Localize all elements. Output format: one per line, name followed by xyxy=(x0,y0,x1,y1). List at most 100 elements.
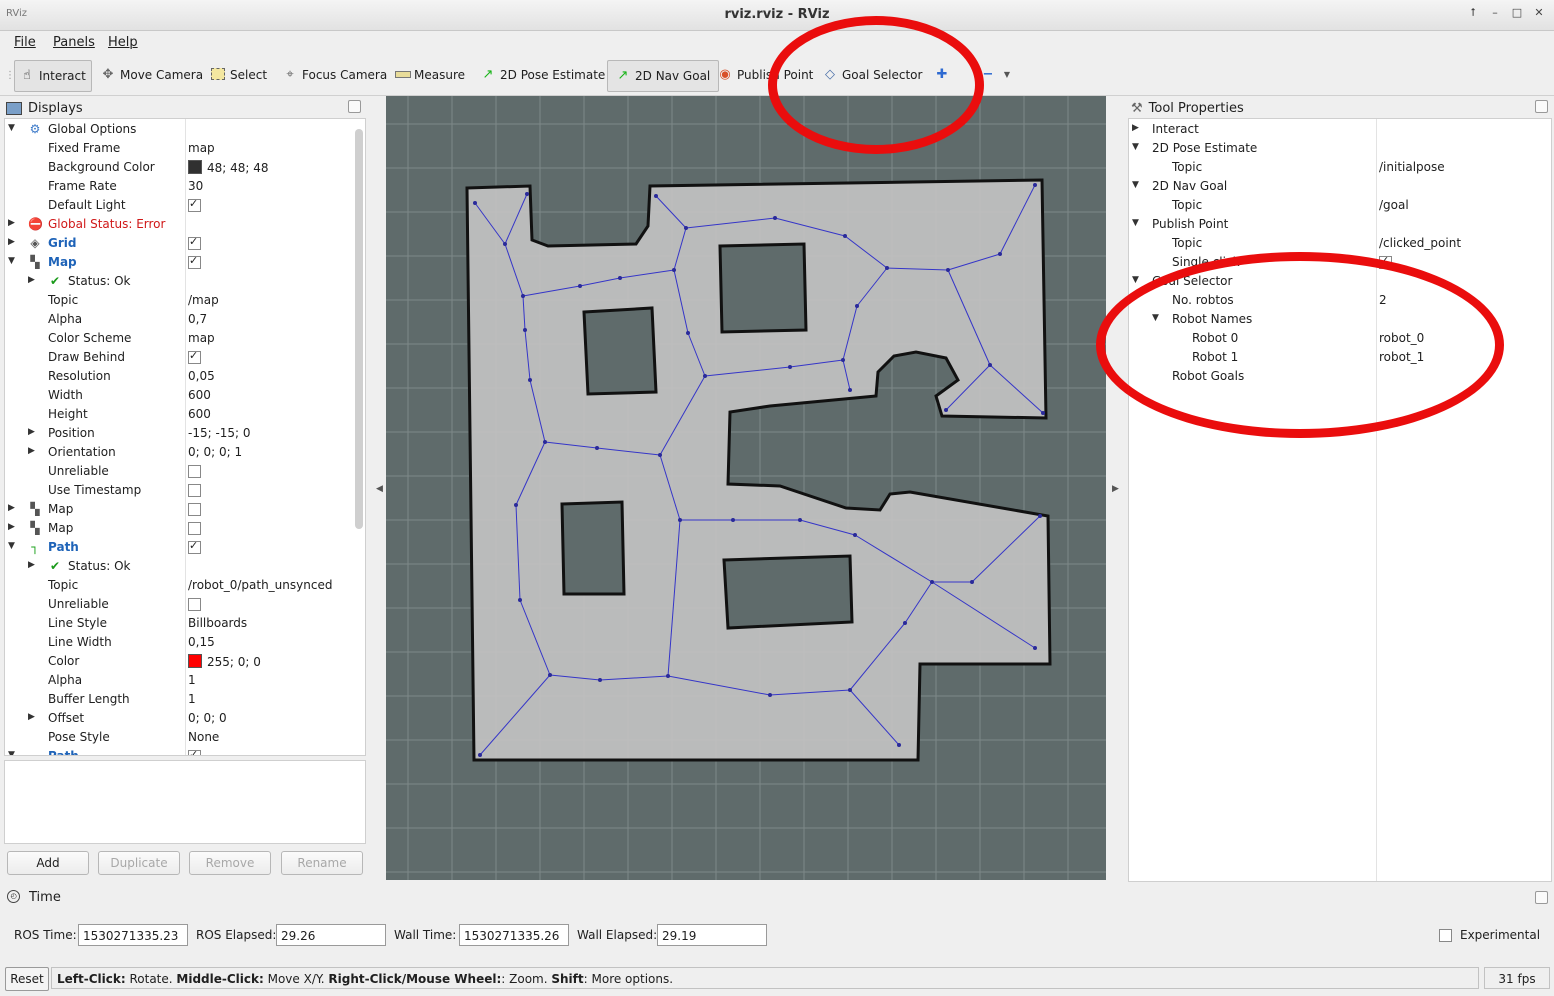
keep-above-icon[interactable]: ⭡ xyxy=(1466,6,1480,20)
display-row[interactable]: ▶ ⛔ Global Status: Error xyxy=(5,215,365,234)
row-value[interactable]: -15; -15; 0 xyxy=(188,426,251,440)
tool-property-row[interactable]: ▼ Robot Names xyxy=(1129,310,1551,329)
expanded-arrow-icon[interactable]: ▼ xyxy=(8,256,18,266)
row-value[interactable]: 600 xyxy=(188,407,211,421)
tool-property-row[interactable]: Topic/initialpose xyxy=(1129,158,1551,177)
row-checkbox[interactable] xyxy=(188,484,201,497)
row-value[interactable] xyxy=(188,464,201,480)
displays-undock-button[interactable] xyxy=(348,100,361,113)
collapsed-arrow-icon[interactable]: ▶ xyxy=(8,237,18,247)
collapsed-arrow-icon[interactable]: ▶ xyxy=(28,560,38,570)
display-row[interactable]: Alpha 0,7 xyxy=(5,310,365,329)
row-value[interactable]: map xyxy=(188,331,215,345)
display-row[interactable]: Line Width 0,15 xyxy=(5,633,365,652)
display-row[interactable]: ▼ ┐ Path xyxy=(5,538,365,557)
row-value[interactable]: /map xyxy=(188,293,219,307)
row-value[interactable]: 30 xyxy=(188,179,203,193)
tool-focus-camera[interactable]: ⌖ Focus Camera xyxy=(278,60,392,90)
tool-move-camera[interactable]: ✥ Move Camera xyxy=(96,60,208,90)
row-value[interactable] xyxy=(188,349,201,366)
row-value[interactable]: 0,7 xyxy=(188,312,207,326)
row-checkbox[interactable] xyxy=(188,503,201,516)
display-row[interactable]: Pose Style None xyxy=(5,728,365,747)
display-row[interactable]: Line Style Billboards xyxy=(5,614,365,633)
display-row[interactable]: ▼ ⚙ Global Options xyxy=(5,120,365,139)
expanded-arrow-icon[interactable]: ▼ xyxy=(8,123,18,133)
experimental-checkbox[interactable] xyxy=(1439,929,1452,942)
tool-goal-selector[interactable]: ◇ Goal Selector xyxy=(818,60,927,90)
3d-viewport[interactable] xyxy=(386,96,1106,880)
collapsed-arrow-icon[interactable]: ▶ xyxy=(8,218,18,228)
display-row[interactable]: Height 600 xyxy=(5,405,365,424)
display-row[interactable]: ▶ ▚ Map xyxy=(5,500,365,519)
row-value[interactable] xyxy=(188,197,201,214)
close-icon[interactable]: ✕ xyxy=(1532,6,1546,20)
row-value[interactable] xyxy=(188,597,201,613)
row-checkbox[interactable] xyxy=(188,539,201,554)
row-value[interactable]: 0,15 xyxy=(188,635,215,649)
row-checkbox[interactable] xyxy=(188,349,201,364)
row-checkbox[interactable] xyxy=(188,235,201,250)
row-checkbox[interactable] xyxy=(188,598,201,611)
row-value[interactable] xyxy=(188,539,201,556)
row-checkbox[interactable] xyxy=(188,254,201,269)
display-row[interactable]: Draw Behind xyxy=(5,348,365,367)
row-value[interactable]: 2 xyxy=(1379,293,1387,307)
display-row[interactable]: ▶ ◈ Grid xyxy=(5,234,365,253)
tool-property-row[interactable]: Robot 0 robot_0 xyxy=(1129,329,1551,348)
collapsed-arrow-icon[interactable]: ▶ xyxy=(8,522,18,532)
display-row[interactable]: ▶ Orientation 0; 0; 0; 1 xyxy=(5,443,365,462)
collapsed-arrow-icon[interactable]: ▶ xyxy=(28,427,38,437)
display-row[interactable]: Default Light xyxy=(5,196,365,215)
tool-2d-nav-goal[interactable]: ↗ 2D Nav Goal xyxy=(607,60,720,92)
display-row[interactable]: ▶ Offset 0; 0; 0 xyxy=(5,709,365,728)
display-row[interactable]: Fixed Frame map xyxy=(5,139,365,158)
row-value[interactable] xyxy=(188,254,201,271)
row-value[interactable] xyxy=(188,483,201,499)
row-value[interactable]: 255; 0; 0 xyxy=(188,654,261,669)
display-row[interactable]: Alpha 1 xyxy=(5,671,365,690)
tool-measure[interactable]: Measure xyxy=(390,60,470,90)
time-undock-button[interactable] xyxy=(1535,891,1548,904)
row-checkbox[interactable] xyxy=(188,197,201,212)
tool-property-row[interactable]: ▼ 2D Pose Estimate xyxy=(1129,139,1551,158)
display-row[interactable]: Topic/robot_0/path_unsynced xyxy=(5,576,365,595)
expanded-arrow-icon[interactable]: ▼ xyxy=(1132,142,1142,152)
row-value[interactable]: 48; 48; 48 xyxy=(188,160,269,175)
collapsed-arrow-icon[interactable]: ▶ xyxy=(1132,123,1142,133)
expanded-arrow-icon[interactable]: ▼ xyxy=(1132,180,1142,190)
ros-time-field[interactable]: 1530271335.23 xyxy=(78,924,188,946)
tool-select[interactable]: Select xyxy=(206,60,272,90)
display-row[interactable]: Unreliable xyxy=(5,462,365,481)
tool-property-row[interactable]: Topic/goal xyxy=(1129,196,1551,215)
row-value[interactable]: 600 xyxy=(188,388,211,402)
tool-2d-pose-estimate[interactable]: ↗ 2D Pose Estimate xyxy=(476,60,610,90)
wall-time-field[interactable]: 1530271335.26 xyxy=(459,924,569,946)
display-row[interactable]: ▼ ▚ Map xyxy=(5,253,365,272)
row-value[interactable]: Billboards xyxy=(188,616,247,630)
expanded-arrow-icon[interactable]: ▼ xyxy=(8,750,18,755)
row-value[interactable] xyxy=(188,521,201,537)
menu-panels[interactable]: Panels xyxy=(53,35,95,50)
add-tool-button[interactable]: ✚ xyxy=(930,60,954,90)
display-row[interactable]: ▼ ┐ Path xyxy=(5,747,365,755)
rename-button[interactable]: Rename xyxy=(281,851,363,875)
display-row[interactable]: Frame Rate 30 xyxy=(5,177,365,196)
expanded-arrow-icon[interactable]: ▼ xyxy=(1132,218,1142,228)
row-checkbox[interactable] xyxy=(188,748,201,755)
wall-elapsed-field[interactable]: 29.19 xyxy=(657,924,767,946)
tool-property-row[interactable]: No. robtos 2 xyxy=(1129,291,1551,310)
display-row[interactable]: Unreliable xyxy=(5,595,365,614)
row-value[interactable]: robot_1 xyxy=(1379,350,1424,364)
collapsed-arrow-icon[interactable]: ▶ xyxy=(28,712,38,722)
menu-file[interactable]: File xyxy=(14,35,36,50)
row-value[interactable]: None xyxy=(188,730,219,744)
display-row[interactable]: Background Color 48; 48; 48 xyxy=(5,158,365,177)
collapsed-arrow-icon[interactable]: ▶ xyxy=(28,275,38,285)
tool-property-row[interactable]: Robot 1 robot_1 xyxy=(1129,348,1551,367)
collapsed-arrow-icon[interactable]: ▶ xyxy=(28,446,38,456)
row-value[interactable] xyxy=(188,748,201,755)
expanded-arrow-icon[interactable]: ▼ xyxy=(1132,275,1142,285)
row-value[interactable]: /clicked_point xyxy=(1379,236,1461,250)
row-value[interactable]: 0; 0; 0 xyxy=(188,711,227,725)
